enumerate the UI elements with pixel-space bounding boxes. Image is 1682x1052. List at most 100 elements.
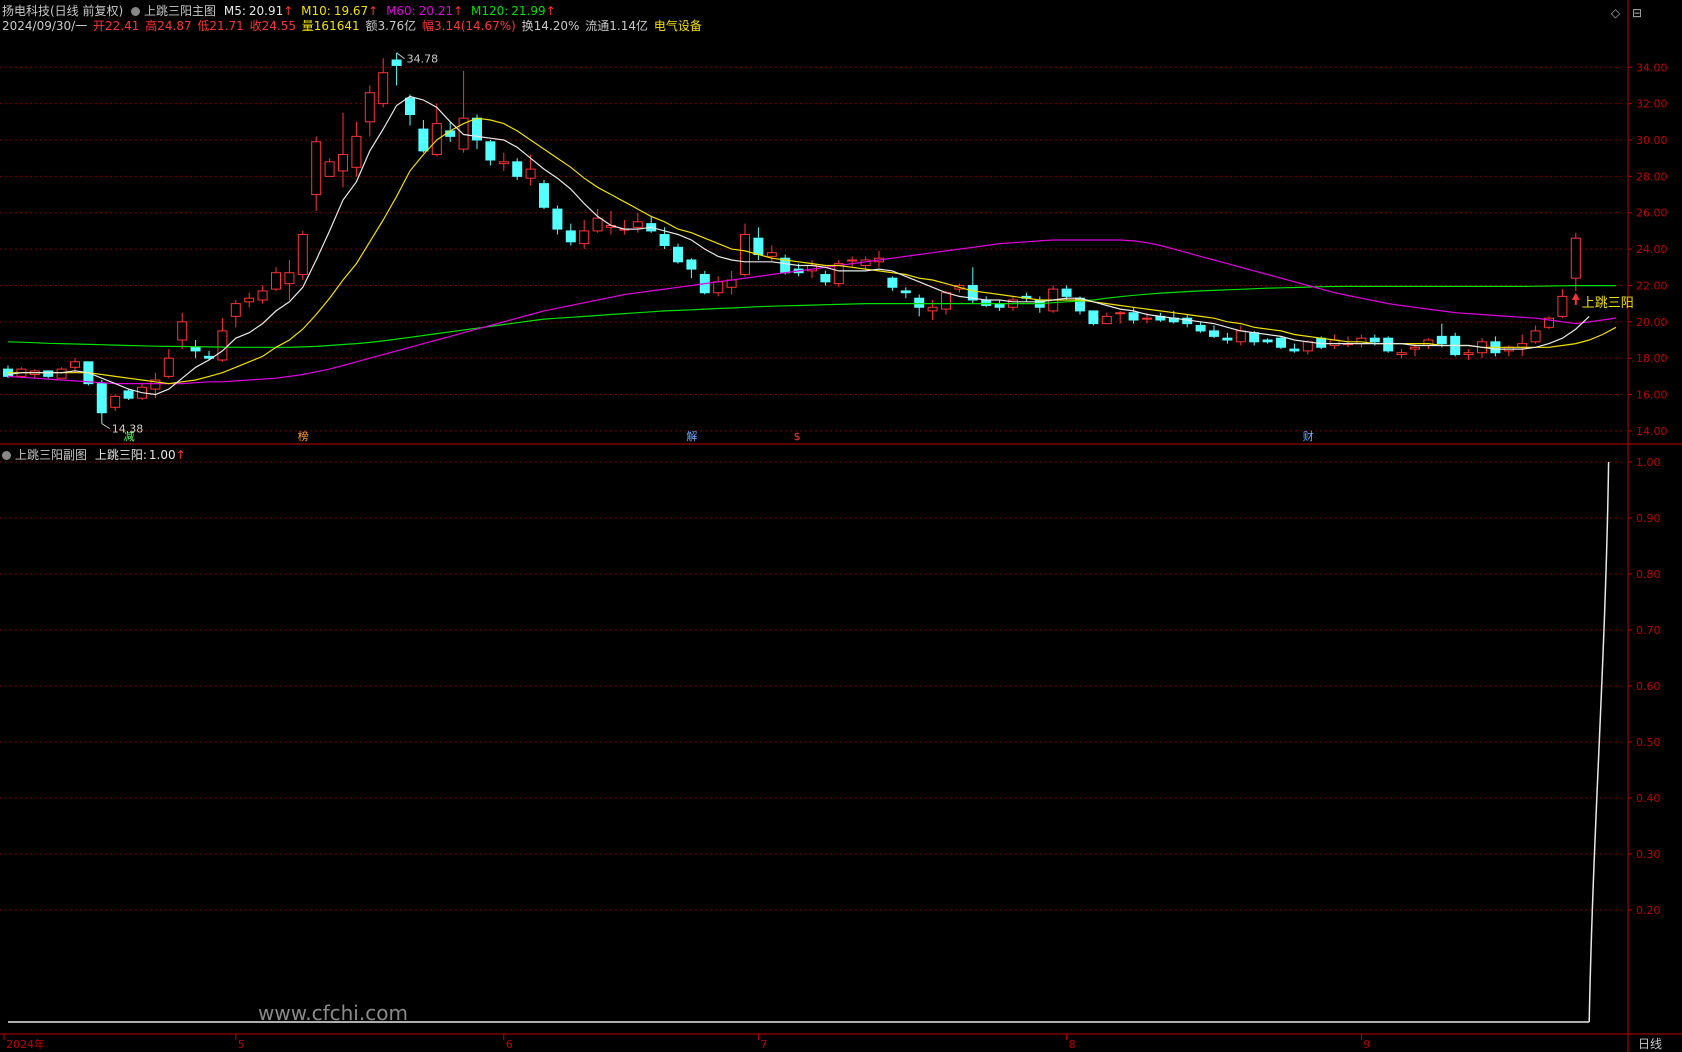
candle-down — [405, 97, 415, 116]
low-pointer — [101, 423, 111, 430]
candle-up — [378, 72, 389, 105]
sub-signal-arrow: ↑ — [175, 448, 186, 462]
price-tick-label: 22.00 — [1636, 279, 1668, 292]
candle-down — [1276, 337, 1286, 348]
sub-toggle-icon[interactable] — [2, 451, 11, 460]
quote-close: 收24.55 — [249, 19, 296, 33]
candle-down — [552, 208, 563, 230]
candle-up — [833, 263, 844, 285]
candle-up — [1557, 295, 1568, 317]
candle-up — [1410, 346, 1420, 350]
candle-down — [1088, 310, 1099, 325]
sub-signal-label: 上跳三阳: — [94, 448, 147, 462]
candle-down — [43, 370, 54, 377]
time-label: 2024年 — [6, 1037, 45, 1051]
price-tick-label: 16.00 — [1636, 389, 1668, 402]
quote-amount: 额3.76亿 — [365, 19, 417, 33]
indicator-toggle-icon[interactable] — [131, 7, 141, 16]
candle-up — [1302, 341, 1313, 352]
candle-down — [900, 290, 911, 294]
candle-up — [324, 161, 335, 177]
candle-up — [713, 281, 724, 294]
candle-up — [1101, 315, 1112, 325]
sub-indicator-name[interactable]: 上跳三阳副图 — [15, 448, 87, 462]
candle-down — [565, 230, 576, 243]
sub-header: 上跳三阳副图 上跳三阳: 1.00↑ — [2, 448, 190, 463]
indicator-tick-label: 0.60 — [1636, 680, 1661, 693]
indicator-tick-label: 0.80 — [1636, 568, 1661, 581]
price-tick-label: 32.00 — [1636, 98, 1668, 111]
candle-up — [740, 234, 750, 276]
candle-down — [391, 59, 402, 66]
time-label: 5 — [238, 1038, 245, 1051]
high-label: 34.78 — [407, 53, 439, 66]
candle-up — [579, 230, 590, 245]
event-marker: 解 — [686, 429, 697, 443]
event-marker: $ — [794, 430, 801, 443]
signal-label: 上跳三阳 — [1582, 296, 1634, 311]
ma120-readout: M120: 21.99↑ — [470, 4, 556, 18]
candle-down — [887, 277, 898, 288]
price-tick-label: 26.00 — [1636, 207, 1668, 220]
quote-info: 2024/09/30/一 开22.41 高24.87 低21.71 收24.55… — [2, 19, 706, 34]
candle-up — [592, 217, 603, 232]
candle-up — [311, 141, 322, 196]
candle-down — [96, 383, 107, 414]
quote-change: 幅3.14(14.67%) — [422, 19, 516, 33]
candle-down — [1061, 288, 1072, 297]
candle-down — [1383, 337, 1394, 352]
candle-down — [1436, 335, 1447, 345]
ma60-readout: M60: 20.21↑ — [386, 4, 464, 18]
restore-icon[interactable]: ⊟ — [1632, 6, 1642, 20]
candle-up — [1115, 312, 1126, 315]
event-marker: 财 — [1303, 429, 1314, 443]
candle-up — [1142, 317, 1152, 320]
sub-signal-value: 1.00 — [148, 448, 176, 462]
candle-down — [914, 297, 925, 308]
candle-down — [1222, 337, 1233, 341]
candle-down — [485, 141, 496, 161]
chart-area[interactable]: 14.00 16.00 18.00 20.00 22.00 24.00 26.00 28.00… — [0, 0, 1682, 1052]
price-tick-label: 14.00 — [1636, 425, 1668, 438]
indicator-tick-label: 0.70 — [1636, 624, 1661, 637]
candle-up — [163, 357, 174, 377]
indicator-tick-label: 0.50 — [1636, 736, 1661, 749]
candle-up — [217, 330, 228, 361]
signal-arrow-icon — [1571, 292, 1580, 300]
price-tick-label: 24.00 — [1636, 243, 1668, 256]
candle-down — [1128, 312, 1139, 321]
quote-date: 2024/09/30/一 — [2, 19, 88, 33]
ma10-readout: M10: 19.67↑ — [301, 4, 379, 18]
candle-up — [431, 123, 442, 156]
window-controls: ◇ ⊟ — [1603, 6, 1642, 20]
watermark: www.cfchi.com — [258, 1001, 408, 1025]
time-label: 9 — [1363, 1038, 1370, 1051]
candle-up — [726, 279, 737, 288]
candle-up — [297, 234, 308, 276]
quote-sector[interactable]: 电气设备 — [654, 19, 702, 33]
event-marker: 榜 — [298, 429, 309, 443]
candle-down — [753, 237, 764, 256]
ma5-readout: M5: 20.91↑ — [223, 4, 294, 18]
quote-low: 低21.71 — [197, 19, 244, 33]
candle-up — [271, 272, 281, 290]
candle-up — [632, 221, 643, 228]
candle-up — [338, 154, 348, 172]
indicator-tick-label: 0.40 — [1636, 792, 1661, 805]
candle-down — [1195, 324, 1206, 332]
candle-down — [1289, 348, 1300, 352]
price-tick-label: 28.00 — [1636, 170, 1668, 183]
candle-up — [847, 259, 858, 262]
main-indicator-name[interactable]: 上跳三阳主图 — [144, 4, 216, 18]
quote-open: 开22.41 — [93, 19, 140, 33]
diamond-icon[interactable]: ◇ — [1611, 6, 1620, 20]
indicator-tick-label: 0.30 — [1636, 848, 1661, 861]
candle-up — [351, 135, 362, 168]
time-label: 8 — [1069, 1038, 1076, 1051]
quote-turnover: 换14.20% — [521, 19, 580, 33]
candle-down — [418, 128, 429, 152]
indicator-tick-label: 1.00 — [1636, 456, 1661, 469]
candle-up — [56, 368, 67, 379]
candle-up — [1235, 330, 1246, 343]
candle-up — [1570, 237, 1581, 279]
